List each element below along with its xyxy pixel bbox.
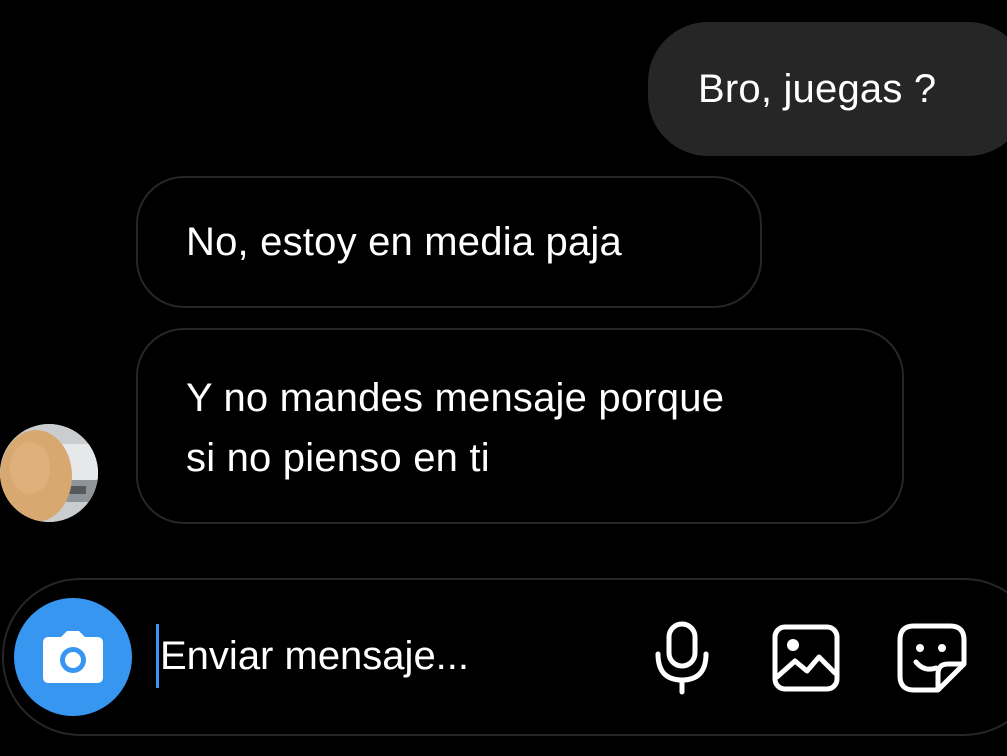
sender-avatar[interactable] <box>0 424 98 522</box>
sent-message-bubble[interactable]: Bro, juegas ? <box>648 22 1007 156</box>
message-input[interactable] <box>160 626 580 686</box>
text-caret <box>156 624 159 688</box>
avatar-image <box>0 424 98 522</box>
gallery-icon <box>772 624 840 692</box>
sticker-icon <box>897 623 967 693</box>
microphone-icon <box>655 621 709 695</box>
voice-message-button[interactable] <box>640 616 724 700</box>
received-message-text: No, estoy en media paja <box>186 220 622 264</box>
received-message-bubble[interactable]: Y no mandes mensaje porque si no pienso … <box>136 328 904 524</box>
camera-button[interactable] <box>14 598 132 716</box>
sticker-button[interactable] <box>890 616 974 700</box>
received-message-bubble[interactable]: No, estoy en media paja <box>136 176 762 308</box>
received-message-text-line: Y no mandes mensaje porque <box>186 376 725 420</box>
gallery-button[interactable] <box>764 616 848 700</box>
sent-message-text: Bro, juegas ? <box>698 67 937 111</box>
received-message-text-line: si no pienso en ti <box>186 436 490 480</box>
camera-icon <box>43 631 103 683</box>
